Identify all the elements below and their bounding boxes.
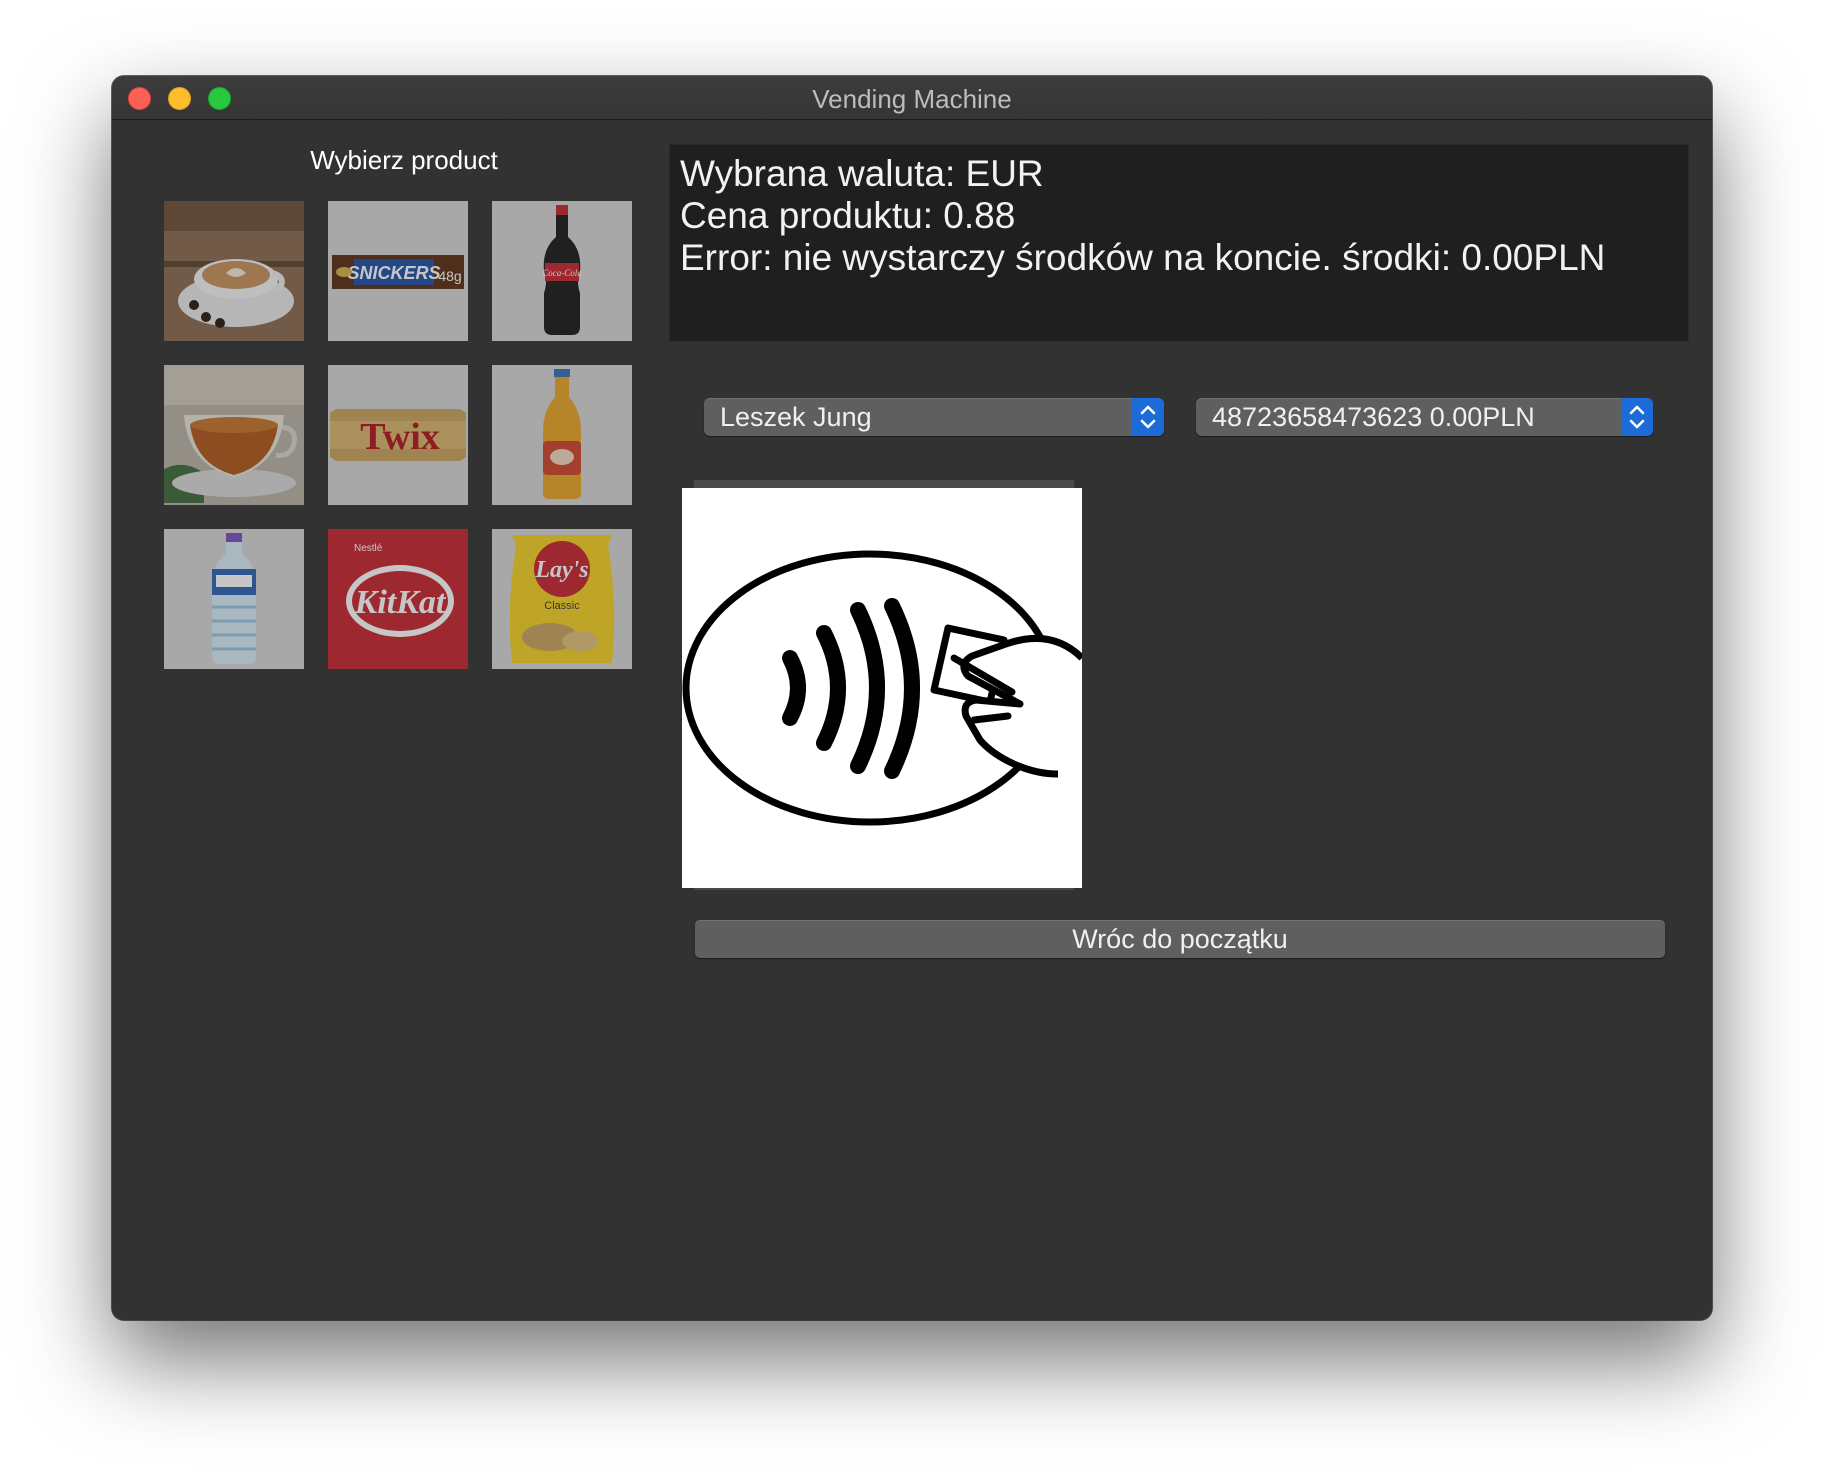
account-select[interactable]: 48723658473623 0.00PLN <box>1196 398 1653 436</box>
error-message-text: Error: nie wystarczy środków na koncie. … <box>680 237 1606 278</box>
product-tile-lays[interactable]: Lay's Classic <box>492 529 632 669</box>
product-tile-juice[interactable] <box>492 365 632 505</box>
contactless-payment-icon <box>682 550 1085 826</box>
title-bar: Vending Machine <box>112 76 1712 120</box>
window-title: Vending Machine <box>812 84 1012 114</box>
juice-bottle-icon <box>492 365 632 505</box>
lays-chips-icon: Lay's Classic <box>492 529 632 669</box>
product-tile-tea[interactable] <box>164 365 304 505</box>
nfc-payment-button[interactable] <box>682 488 1085 888</box>
product-tile-twix[interactable]: Twix <box>328 365 468 505</box>
chevron-up-down-icon <box>1621 398 1653 436</box>
cola-bottle-icon: Coca-Cola <box>492 201 632 341</box>
account-select-value: 48723658473623 0.00PLN <box>1212 402 1535 432</box>
user-select[interactable]: Leszek Jung <box>704 398 1164 436</box>
twix-label: Twix <box>360 416 440 458</box>
snickers-bar-icon: SNICKERS 48g <box>328 201 468 341</box>
status-panel: Wybrana waluta: EUR Cena produktu: 0.88 … <box>669 144 1689 342</box>
product-price-text: Cena produktu: 0.88 <box>680 195 1016 236</box>
product-grid-heading: Wybierz product <box>310 145 498 175</box>
product-tile-coffee[interactable] <box>164 201 304 341</box>
back-to-start-button[interactable]: Wróc do początku <box>695 920 1665 958</box>
lays-variant: Classic <box>544 600 580 612</box>
kitkat-label: KitKat <box>354 584 447 621</box>
lays-label: Lay's <box>534 557 588 583</box>
user-select-value: Leszek Jung <box>720 402 872 432</box>
product-tile-cola[interactable]: Coca-Cola <box>492 201 632 341</box>
tea-cup-icon <box>164 365 304 505</box>
kitkat-bar-icon: KitKat Nestlé <box>328 529 468 669</box>
app-window: Vending Machine Wybierz product SNICKERS… <box>112 76 1712 1320</box>
snickers-label: SNICKERS <box>347 263 440 283</box>
cola-label: Coca-Cola <box>542 268 582 278</box>
product-tile-kitkat[interactable]: KitKat Nestlé <box>328 529 468 669</box>
product-tile-water[interactable] <box>164 529 304 669</box>
coffee-cup-icon <box>164 201 304 341</box>
selected-currency-text: Wybrana waluta: EUR <box>680 153 1044 194</box>
twix-bar-icon: Twix <box>328 365 468 505</box>
snickers-weight: 48g <box>438 268 461 284</box>
chevron-up-down-icon <box>1132 398 1164 436</box>
water-bottle-icon <box>164 529 304 669</box>
kitkat-brand: Nestlé <box>354 543 383 554</box>
product-tile-snickers[interactable]: SNICKERS 48g <box>328 201 468 341</box>
